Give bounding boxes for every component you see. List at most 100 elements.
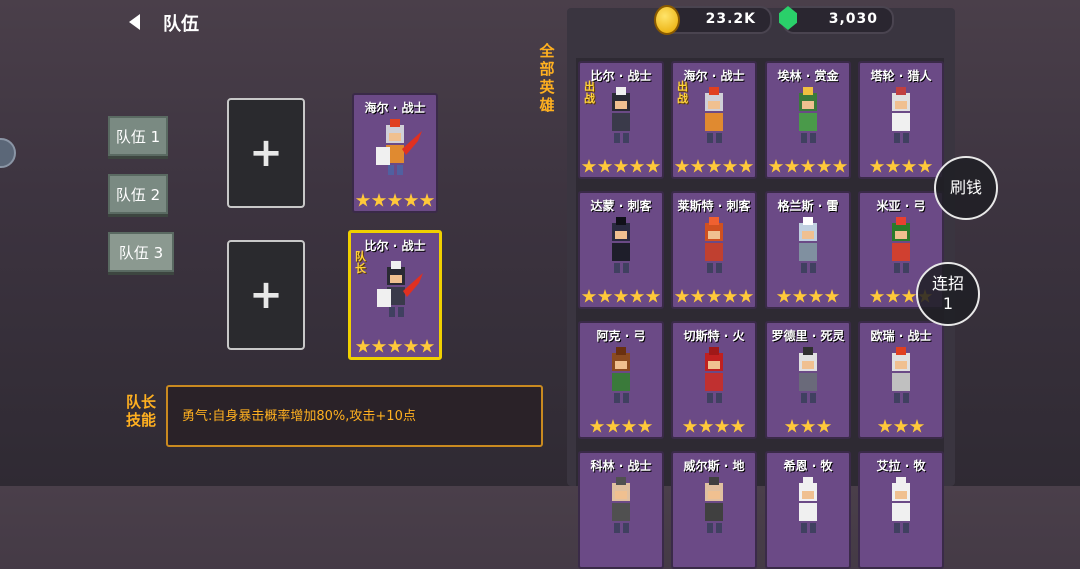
hero-sprite-icon <box>705 347 723 403</box>
hero-card[interactable]: 罗德里 · 死灵 <box>765 321 851 439</box>
hero-sprite-icon <box>799 347 817 403</box>
star-rating <box>580 419 662 434</box>
hero-name: 塔轮 · 猎人 <box>870 69 932 83</box>
gem-counter: 3,030 <box>782 6 894 34</box>
hero-name: 科林 · 战士 <box>590 459 652 473</box>
star-rating <box>767 289 849 304</box>
star-rating <box>860 159 942 174</box>
hero-name: 达蒙 · 刺客 <box>590 199 652 213</box>
star-icon <box>355 339 371 353</box>
star-icon <box>885 289 901 303</box>
star-icon <box>419 193 435 207</box>
combo-label: 连招 <box>931 274 964 293</box>
star-icon <box>597 289 613 303</box>
star-icon <box>419 339 435 353</box>
star-rating <box>351 339 439 354</box>
hero-card[interactable]: 威尔斯 · 地 <box>671 451 757 569</box>
star-icon <box>403 339 419 353</box>
star-icon <box>901 289 917 303</box>
star-icon <box>621 419 637 433</box>
hero-sprite-icon <box>799 87 817 143</box>
money-button[interactable]: 刷钱 <box>934 156 998 220</box>
hero-card[interactable]: 莱斯特 · 刺客 <box>671 191 757 309</box>
hero-name: 艾拉 · 牧 <box>876 459 926 473</box>
hero-name: 莱斯特 · 刺客 <box>677 199 751 213</box>
star-icon <box>589 419 605 433</box>
star-icon <box>808 289 824 303</box>
star-icon <box>613 289 629 303</box>
star-icon <box>403 193 419 207</box>
star-icon <box>869 289 885 303</box>
hero-card[interactable]: 达蒙 · 刺客 <box>578 191 664 309</box>
hero-sprite-icon <box>892 87 910 143</box>
star-icon <box>355 193 371 207</box>
team-tab-1[interactable]: 队伍 1 <box>108 116 168 156</box>
star-icon <box>613 159 629 173</box>
team-tab-2[interactable]: 队伍 2 <box>108 174 168 214</box>
hero-name: 格兰斯 · 雷 <box>777 199 839 213</box>
hero-sprite-icon <box>799 217 817 273</box>
hero-sprite-icon <box>612 347 630 403</box>
star-icon <box>371 193 387 207</box>
hero-card[interactable]: 格兰斯 · 雷 <box>765 191 851 309</box>
hero-card[interactable]: 埃林 · 赏金 <box>765 61 851 179</box>
leader-tag: 队长 <box>355 250 366 275</box>
star-icon <box>597 159 613 173</box>
star-icon <box>901 159 917 173</box>
side-handle[interactable] <box>0 138 16 168</box>
deployed-tag: 出战 <box>584 80 595 105</box>
hero-card[interactable]: 希恩 · 牧 <box>765 451 851 569</box>
hero-card[interactable]: 塔轮 · 猎人 <box>858 61 944 179</box>
star-icon <box>629 159 645 173</box>
star-rating <box>580 289 662 304</box>
hero-sprite-icon <box>892 477 910 533</box>
add-hero-slot[interactable]: + <box>227 98 305 208</box>
leader-skill-box: 勇气:自身暴击概率增加80%,攻击+10点 <box>166 385 543 447</box>
hero-sprite-icon <box>799 477 817 533</box>
knight-sprite-icon <box>376 119 422 175</box>
star-icon <box>682 419 698 433</box>
star-icon <box>698 419 714 433</box>
team-hero-card[interactable]: 海尔 · 战士 <box>352 93 438 213</box>
leader-skill-label-line2: 技能 <box>126 411 157 429</box>
deployed-tag: 出战 <box>677 80 688 105</box>
hero-card[interactable]: 比尔 · 战士 出战 <box>578 61 664 179</box>
star-icon <box>893 419 909 433</box>
star-icon <box>722 289 738 303</box>
star-icon <box>832 159 848 173</box>
star-icon <box>706 289 722 303</box>
star-rating <box>673 159 755 174</box>
star-rating <box>580 159 662 174</box>
star-icon <box>387 193 403 207</box>
hero-name: 欧瑞 · 战士 <box>870 329 932 343</box>
team-tab-3[interactable]: 队伍 3 <box>108 232 174 272</box>
star-icon <box>581 289 597 303</box>
combo-button[interactable]: 连招 1 <box>916 262 980 326</box>
coin-amount: 23.2K <box>705 11 756 27</box>
hero-name: 威尔斯 · 地 <box>683 459 745 473</box>
hero-card[interactable]: 阿克 · 弓 <box>578 321 664 439</box>
hero-card[interactable]: 艾拉 · 牧 <box>858 451 944 569</box>
team-leader-card[interactable]: 比尔 · 战士 队长 <box>348 230 442 360</box>
hero-card[interactable]: 切斯特 · 火 <box>671 321 757 439</box>
star-icon <box>722 159 738 173</box>
hero-card[interactable]: 欧瑞 · 战士 <box>858 321 944 439</box>
star-icon <box>581 159 597 173</box>
star-icon <box>730 419 746 433</box>
leader-skill-text: 勇气:自身暴击概率增加80%,攻击+10点 <box>182 409 416 424</box>
star-icon <box>690 289 706 303</box>
hero-card[interactable]: 海尔 · 战士 出战 <box>671 61 757 179</box>
star-icon <box>816 159 832 173</box>
hero-card[interactable]: 科林 · 战士 <box>578 451 664 569</box>
hero-sprite-icon <box>892 347 910 403</box>
star-icon <box>738 159 754 173</box>
star-icon <box>645 289 661 303</box>
star-icon <box>776 289 792 303</box>
hero-sprite-icon <box>612 217 630 273</box>
coin-icon <box>654 5 680 35</box>
hero-sprite-icon <box>705 87 723 143</box>
star-icon <box>816 419 832 433</box>
back-arrow-icon[interactable] <box>128 13 142 31</box>
hero-name: 海尔 · 战士 <box>364 101 426 115</box>
add-hero-slot[interactable]: + <box>227 240 305 350</box>
